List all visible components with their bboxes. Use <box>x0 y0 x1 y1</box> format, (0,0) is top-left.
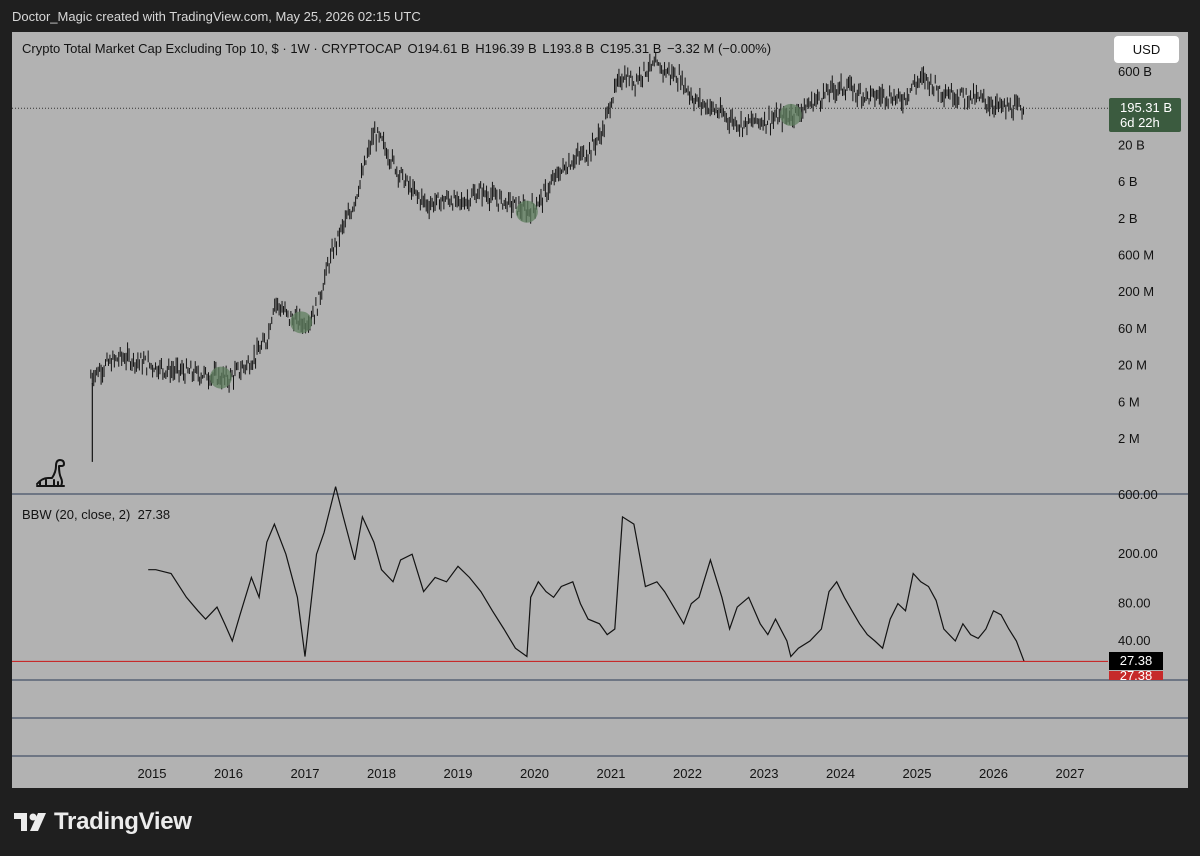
price-axis-label-4: 2 B <box>1118 211 1138 226</box>
low-volatility-marker-0 <box>209 366 232 389</box>
low-volatility-marker-3 <box>779 103 802 126</box>
bbw-line <box>148 486 1025 662</box>
legend-low: L193.8 B <box>542 41 595 56</box>
price-axis-label-8: 20 M <box>1118 358 1147 373</box>
price-badge-value: 195.31 B <box>1120 100 1173 115</box>
time-axis-label-10: 2025 <box>903 766 932 781</box>
indicator-value: 27.38 <box>137 507 171 522</box>
top-caption: Doctor_Magic created with TradingView.co… <box>12 9 421 24</box>
indicator-legend: BBW (20, close, 2) 27.38 <box>22 507 170 522</box>
legend-change: −3.32 M (−0.00%) <box>667 41 772 56</box>
legend-title: Crypto Total Market Cap Excluding Top 10… <box>22 41 402 56</box>
chart-svg[interactable]: 600 B60 B20 B6 B2 B600 M200 M60 M20 M6 M… <box>12 32 1188 788</box>
time-axis-label-5: 2020 <box>520 766 549 781</box>
time-axis-label-2: 2017 <box>291 766 320 781</box>
bbw-threshold-badge: 27.38 <box>1109 671 1163 680</box>
time-axis-label-3: 2018 <box>367 766 396 781</box>
price-badge-countdown: 6d 22h <box>1120 115 1160 130</box>
tradingview-logo-text: TradingView <box>54 808 192 835</box>
bbw-axis-label-0: 600.00 <box>1118 487 1158 502</box>
bbw-axis-label-2: 80.00 <box>1118 596 1151 611</box>
time-axis-label-12: 2027 <box>1056 766 1085 781</box>
price-axis-label-7: 60 M <box>1118 321 1147 336</box>
bbw-axis-label-3: 40.00 <box>1118 633 1151 648</box>
legend-close: C195.31 B <box>599 41 662 56</box>
time-axis-label-7: 2022 <box>673 766 702 781</box>
price-bars <box>90 51 1025 393</box>
time-axis-label-9: 2024 <box>826 766 855 781</box>
tradingview-logo-icon <box>14 813 46 831</box>
price-axis-label-10: 2 M <box>1118 431 1140 446</box>
currency-button[interactable]: USD <box>1114 36 1179 63</box>
dinosaur-icon <box>36 459 65 487</box>
main-legend: Crypto Total Market Cap Excluding Top 10… <box>22 41 773 56</box>
time-axis-label-6: 2021 <box>597 766 626 781</box>
time-axis-label-4: 2019 <box>444 766 473 781</box>
price-axis-label-3: 6 B <box>1118 174 1138 189</box>
time-axis-label-1: 2016 <box>214 766 243 781</box>
chart-frame[interactable]: 600 B60 B20 B6 B2 B600 M200 M60 M20 M6 M… <box>12 32 1188 788</box>
price-badge: 195.31 B 6d 22h <box>1109 98 1181 132</box>
low-volatility-marker-1 <box>290 311 313 334</box>
low-volatility-marker-2 <box>515 200 538 223</box>
bbw-threshold-badge-value: 27.38 <box>1119 671 1153 680</box>
time-axis-label-0: 2015 <box>138 766 167 781</box>
indicator-label: BBW (20, close, 2) <box>22 507 131 522</box>
price-axis-label-6: 200 M <box>1118 284 1154 299</box>
time-axis-label-11: 2026 <box>979 766 1008 781</box>
price-axis-label-2: 20 B <box>1118 137 1145 152</box>
legend-high: H196.39 B <box>475 41 537 56</box>
tradingview-logo: TradingView <box>14 808 192 836</box>
bbw-value-badge: 27.38 <box>1109 652 1163 670</box>
time-axis-label-8: 2023 <box>750 766 779 781</box>
price-axis-label-0: 600 B <box>1118 64 1152 79</box>
legend-open: O194.61 B <box>407 41 470 56</box>
price-axis-label-9: 6 M <box>1118 394 1140 409</box>
bbw-axis-label-1: 200.00 <box>1118 546 1158 561</box>
price-axis-label-5: 600 M <box>1118 248 1154 263</box>
